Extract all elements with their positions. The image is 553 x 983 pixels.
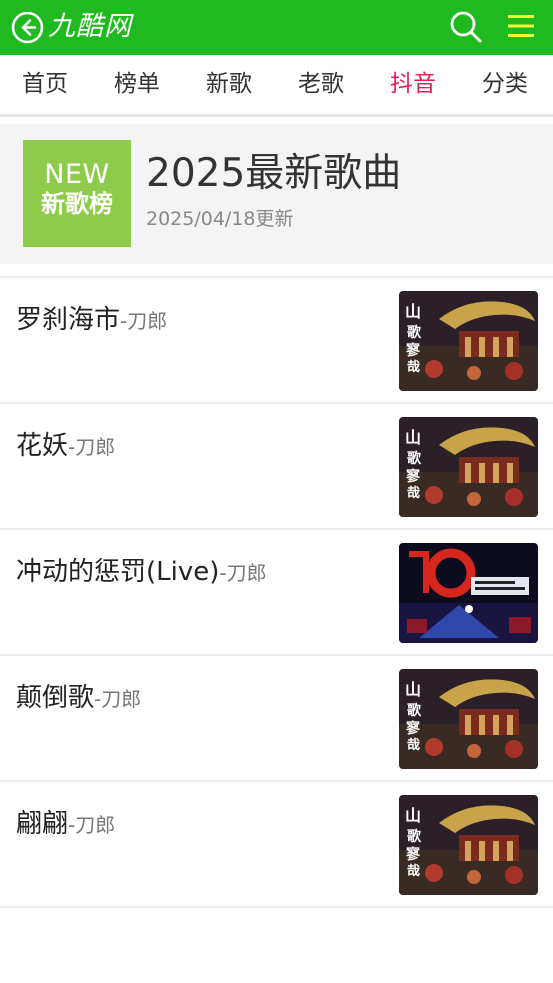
tab-categories[interactable]: 分类 — [482, 55, 528, 114]
tab-old-songs[interactable]: 老歌 — [298, 55, 344, 114]
album-cover-image[interactable]: 山 歌 寥 哉 — [399, 291, 538, 391]
search-icon[interactable] — [448, 9, 484, 45]
tab-douyin[interactable]: 抖音 — [390, 55, 436, 114]
song-list: 罗刹海市-刀郎 山 歌 寥 哉 花妖-刀郎 山 歌 寥 哉 冲动的惩罚(Live… — [0, 276, 553, 908]
song-title: 颠倒歌 — [16, 683, 95, 713]
svg-text:寥: 寥 — [405, 846, 421, 863]
song-row[interactable]: 罗刹海市-刀郎 山 歌 寥 哉 — [0, 278, 553, 404]
song-title-line[interactable]: 颠倒歌-刀郎 — [16, 680, 141, 717]
svg-text:歌: 歌 — [407, 828, 422, 845]
song-artist: -刀郎 — [120, 309, 168, 333]
svg-text:歌: 歌 — [407, 702, 422, 719]
tab-charts[interactable]: 榜单 — [114, 55, 160, 114]
album-cover-image[interactable]: 山 歌 寥 哉 — [399, 669, 538, 769]
svg-text:哉: 哉 — [407, 737, 420, 753]
album-cover-image[interactable] — [399, 543, 538, 643]
site-logo[interactable]: 九酷网 — [48, 9, 132, 45]
playlist-updated-date: 2025/04/18更新 — [146, 208, 294, 230]
song-title: 罗刹海市 — [16, 305, 121, 335]
tab-new-songs[interactable]: 新歌 — [206, 55, 252, 114]
song-row[interactable]: 颠倒歌-刀郎 山 歌 寥 哉 — [0, 656, 553, 782]
song-title-line[interactable]: 花妖-刀郎 — [16, 428, 115, 465]
song-title: 翩翩 — [16, 809, 69, 839]
svg-text:山: 山 — [405, 680, 421, 699]
song-artist: -刀郎 — [68, 435, 116, 459]
svg-text:歌: 歌 — [407, 450, 422, 467]
svg-text:山: 山 — [405, 806, 421, 825]
badge-title-text: 新歌榜 — [41, 190, 113, 218]
album-cover-image[interactable]: 山 歌 寥 哉 — [399, 417, 538, 517]
svg-text:哉: 哉 — [407, 863, 420, 879]
playlist-header: NEW 新歌榜 2025最新歌曲 2025/04/18更新 — [0, 124, 553, 264]
song-title: 花妖 — [16, 431, 69, 461]
svg-text:歌: 歌 — [407, 324, 422, 341]
back-arrow-circle-icon[interactable] — [11, 11, 44, 44]
new-songs-badge: NEW 新歌榜 — [23, 140, 131, 247]
svg-text:山: 山 — [405, 302, 421, 321]
svg-text:哉: 哉 — [407, 485, 420, 501]
top-bar: 九酷网 — [0, 0, 553, 55]
song-title-line[interactable]: 冲动的惩罚(Live)-刀郎 — [16, 554, 267, 591]
svg-text:哉: 哉 — [407, 359, 420, 375]
song-title-line[interactable]: 翩翩-刀郎 — [16, 806, 115, 843]
svg-text:山: 山 — [405, 428, 421, 447]
song-title: 冲动的惩罚(Live) — [16, 557, 220, 587]
tab-home[interactable]: 首页 — [22, 55, 68, 114]
album-cover-image[interactable]: 山 歌 寥 哉 — [399, 795, 538, 895]
svg-text:寥: 寥 — [405, 468, 421, 485]
hamburger-menu-icon[interactable] — [507, 12, 535, 40]
song-title-line[interactable]: 罗刹海市-刀郎 — [16, 302, 167, 339]
song-artist: -刀郎 — [94, 687, 142, 711]
svg-text:寥: 寥 — [405, 342, 421, 359]
song-artist: -刀郎 — [68, 813, 116, 837]
song-artist: -刀郎 — [219, 561, 267, 585]
song-row[interactable]: 冲动的惩罚(Live)-刀郎 — [0, 530, 553, 656]
song-row[interactable]: 花妖-刀郎 山 歌 寥 哉 — [0, 404, 553, 530]
playlist-title: 2025最新歌曲 — [146, 151, 402, 196]
badge-new-text: NEW — [44, 159, 110, 190]
song-row[interactable]: 翩翩-刀郎 山 歌 寥 哉 — [0, 782, 553, 908]
category-nav: 首页 榜单 新歌 老歌 抖音 分类 — [0, 55, 553, 117]
svg-text:寥: 寥 — [405, 720, 421, 737]
